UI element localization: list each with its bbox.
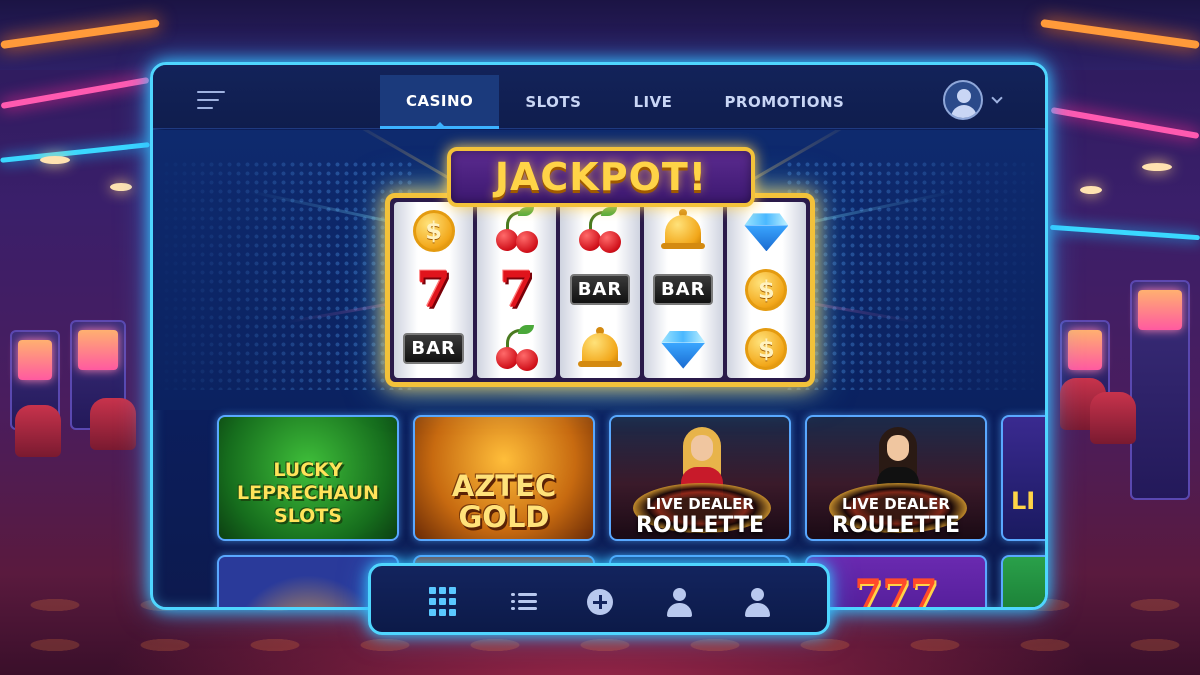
grid-icon[interactable]: [428, 586, 460, 618]
ceiling-light: [1080, 186, 1102, 194]
plus-circle-icon[interactable]: [587, 589, 613, 615]
bar-icon: BAR: [403, 323, 464, 375]
game-tile-aztec-gold[interactable]: AZTEC GOLD: [413, 415, 595, 541]
game-tile-partial[interactable]: [1001, 555, 1045, 607]
reel-1: $ 7 BAR: [394, 202, 474, 378]
cherry-icon: [572, 205, 628, 257]
chevron-down-icon[interactable]: [991, 92, 1003, 104]
tab-live[interactable]: LIVE: [607, 75, 698, 129]
bar-icon: BAR: [569, 264, 631, 316]
game-tile-partial[interactable]: LI: [1001, 415, 1045, 541]
cherry-icon: [489, 323, 545, 375]
tab-promotions[interactable]: PROMOTIONS: [698, 75, 870, 129]
bottom-dock: [368, 563, 830, 635]
nav-tabs: CASINO SLOTS LIVE PROMOTIONS: [380, 75, 870, 129]
game-title: ROULETTE: [635, 513, 765, 538]
user-icon[interactable]: [742, 586, 774, 618]
bell-icon: [572, 323, 628, 375]
slot-machine: [1130, 280, 1190, 500]
game-subtitle: LIVE DEALER: [842, 495, 950, 513]
seven-icon: 7: [416, 259, 451, 319]
reel-5: $ $: [726, 202, 807, 378]
game-title: LUCKY LEPRECHAUN SLOTS: [237, 459, 379, 527]
user-avatar-icon[interactable]: [943, 80, 983, 120]
game-tile-live-roulette[interactable]: LIVE DEALER ROULETTE: [805, 415, 987, 541]
seven-icon: 7: [499, 259, 535, 319]
game-title: 777: [854, 571, 938, 610]
game-tile-live-roulette[interactable]: LIVE DEALER ROULETTE: [609, 415, 791, 541]
coin-icon: $: [738, 264, 794, 316]
game-title: AZTEC GOLD: [451, 469, 557, 534]
equalizer-decoration: [153, 160, 413, 390]
diamond-icon: [738, 205, 794, 257]
equalizer-decoration: [785, 160, 1045, 390]
coin-icon: $: [738, 323, 794, 375]
game-title: LI: [1011, 487, 1036, 515]
reel-3: BAR: [560, 202, 640, 378]
bar-icon: BAR: [652, 264, 714, 316]
ceiling-light: [110, 183, 132, 191]
jackpot-banner: JACKPOT!: [447, 147, 755, 207]
reel-4: BAR: [643, 202, 723, 378]
diamond-icon: [655, 323, 711, 375]
tab-casino[interactable]: CASINO: [380, 75, 500, 129]
ceiling-light: [1142, 163, 1172, 171]
casino-ceiling: [0, 0, 1200, 70]
game-subtitle: LIVE DEALER: [646, 495, 754, 513]
top-navigation-bar: CASINO SLOTS LIVE PROMOTIONS: [153, 65, 1045, 129]
user-icon[interactable]: [664, 586, 696, 618]
game-tile-777[interactable]: 777: [805, 555, 987, 610]
casino-chair: [1090, 392, 1136, 444]
tab-slots[interactable]: SLOTS: [499, 75, 607, 129]
game-tile-lucky-leprechaun[interactable]: LUCKY LEPRECHAUN SLOTS: [217, 415, 399, 541]
slot-reels[interactable]: $ 7 BAR 7 BAR BAR $ $: [385, 193, 815, 387]
casino-chair: [15, 405, 61, 457]
bell-icon: [655, 205, 711, 257]
cherry-icon: [489, 205, 545, 257]
casino-chair: [90, 398, 136, 450]
game-title: ROULETTE: [831, 513, 961, 538]
hamburger-menu-icon[interactable]: [197, 91, 227, 111]
ceiling-light: [40, 156, 70, 164]
list-icon[interactable]: [509, 586, 541, 618]
coin-icon: $: [406, 205, 462, 257]
casino-app-panel: CASINO SLOTS LIVE PROMOTIONS JACKPOT! $ …: [150, 62, 1048, 610]
reel-2: 7: [477, 202, 557, 378]
